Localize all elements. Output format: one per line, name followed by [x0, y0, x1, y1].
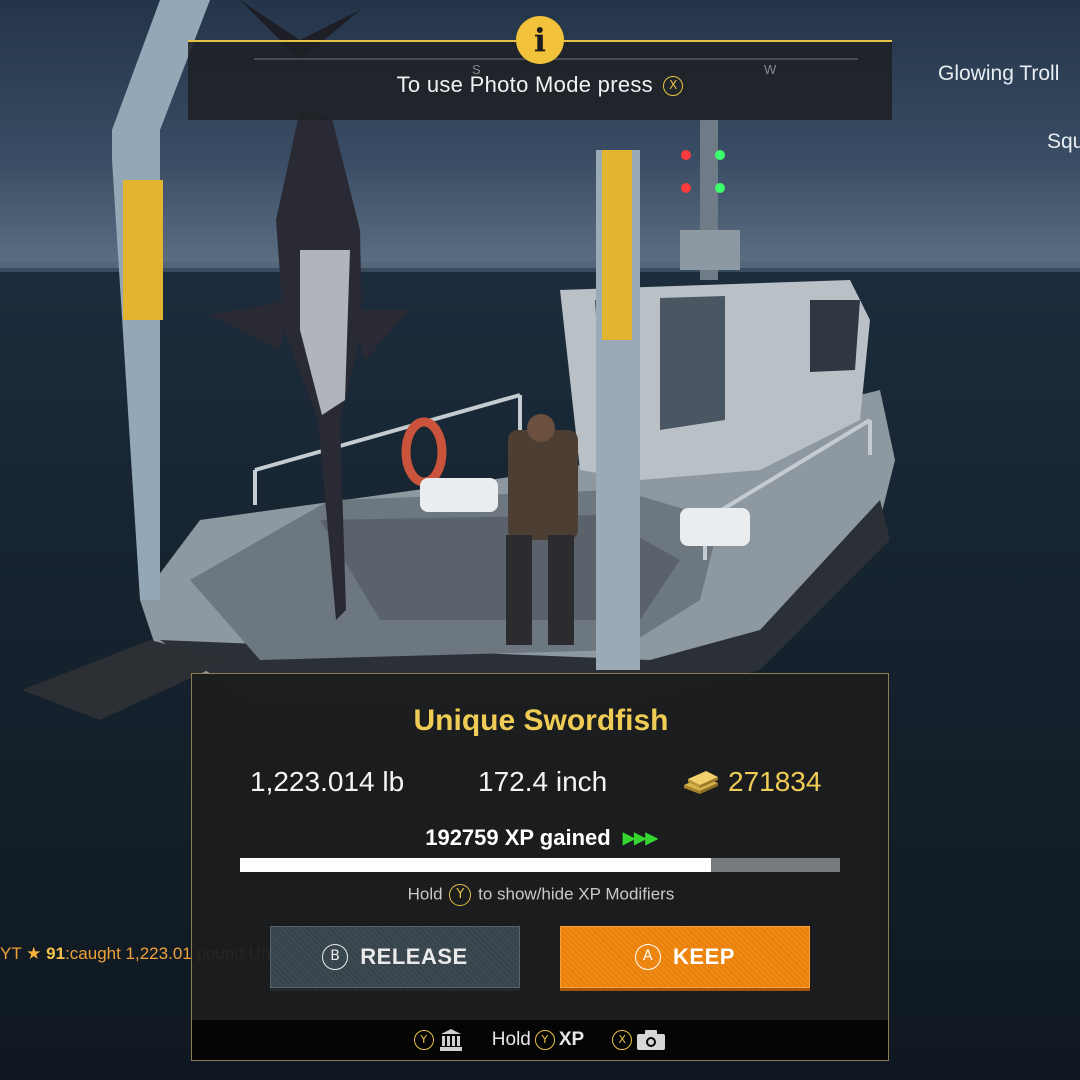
- fish-value-amount: 271834: [728, 766, 822, 797]
- fish-weight: 1,223.014 lb: [250, 766, 405, 797]
- info-icon: i: [516, 16, 564, 64]
- y-button-icon: Y: [449, 884, 472, 906]
- chat-player-rank: 91: [46, 944, 66, 963]
- xp-label: XP: [558, 1029, 585, 1050]
- xp-progress-fill: [240, 858, 711, 872]
- fish-length: 172.4 inch: [478, 766, 608, 797]
- trophy-icon: [439, 1029, 462, 1051]
- keep-label: KEEP: [673, 944, 735, 969]
- xp-control[interactable]: Hold Y XP: [492, 1029, 584, 1051]
- x-button-icon: X: [663, 76, 684, 97]
- x-button-icon: X: [612, 1030, 633, 1050]
- xp-arrows-icon: ▶▶▶: [622, 830, 658, 847]
- a-button-icon: A: [635, 944, 662, 970]
- notification-text: To use Photo Mode press: [396, 72, 653, 97]
- chat-player-name: YT: [0, 944, 22, 963]
- b-button-icon: B: [322, 944, 349, 970]
- controls-footer: Y Hold Y XP X: [192, 1020, 888, 1060]
- star-icon: ★: [26, 944, 42, 963]
- xp-hint-text: to show/hide XP Modifiers: [478, 884, 675, 904]
- xp-hint-hold: Hold: [407, 884, 443, 904]
- camera-icon: [637, 1030, 666, 1050]
- keep-button[interactable]: A KEEP: [560, 926, 810, 988]
- xp-gained-text: 192759 XP gained: [425, 825, 611, 850]
- y-button-icon: Y: [534, 1030, 555, 1050]
- side-list-item-glowing-troll: Glowing Troll: [938, 62, 1060, 85]
- catch-result-panel: Unique Swordfish 1,223.014 lb 172.4 inch…: [191, 673, 889, 1061]
- notification-message: To use Photo Mode press X: [188, 72, 892, 98]
- photo-mode-notification: S W i To use Photo Mode press X: [188, 16, 892, 120]
- y-button-icon: Y: [413, 1030, 434, 1050]
- release-button[interactable]: B RELEASE: [270, 926, 520, 988]
- compass-bar: S W: [254, 58, 858, 77]
- xp-modifiers-hint: Hold Y to show/hide XP Modifiers: [192, 884, 890, 906]
- xp-progress-bar: [240, 858, 840, 872]
- trophy-control[interactable]: Y: [413, 1028, 464, 1052]
- cash-stack-icon: [684, 771, 718, 794]
- xp-gained: 192759 XP gained ▶▶▶: [192, 825, 890, 851]
- fish-value: 271834: [682, 766, 821, 798]
- hold-label: Hold: [491, 1029, 531, 1050]
- side-list-item-squ: Squ: [1047, 130, 1080, 153]
- fish-name: Unique Swordfish: [413, 704, 669, 737]
- release-label: RELEASE: [360, 944, 468, 969]
- photo-control[interactable]: X: [612, 1029, 666, 1051]
